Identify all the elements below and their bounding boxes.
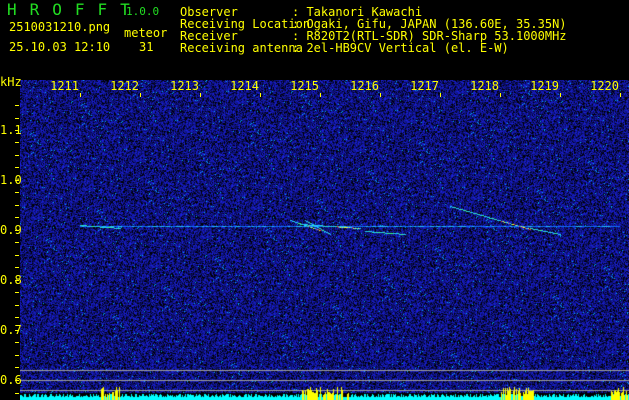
x-tick-mark [440, 93, 441, 97]
y-tick-mark [15, 393, 19, 394]
x-tick-label: 1215 [290, 79, 319, 93]
x-tick-mark [140, 93, 141, 97]
x-tick-mark [200, 93, 201, 97]
y-tick-mark [15, 355, 19, 356]
x-tick-label: 1212 [110, 79, 139, 93]
y-tick-mark [15, 317, 19, 318]
antenna-value: : 2el-HB9CV Vertical (el. E-W) [292, 41, 509, 55]
filename: 2510031210.png [9, 20, 111, 34]
y-tick-mark [15, 242, 19, 243]
y-tick-mark [15, 330, 19, 331]
x-tick-mark [320, 93, 321, 97]
x-tick-mark [80, 93, 81, 97]
y-tick-mark [15, 280, 19, 281]
y-tick-mark [15, 367, 19, 368]
y-tick-mark [15, 167, 19, 168]
y-tick-mark [15, 230, 19, 231]
x-tick-label: 1219 [530, 79, 559, 93]
y-tick-mark [15, 142, 19, 143]
y-tick-mark [15, 205, 19, 206]
y-tick-mark [15, 255, 19, 256]
y-tick-mark [15, 192, 19, 193]
y-tick-mark [15, 217, 19, 218]
meteor-count-label: meteor [124, 26, 168, 40]
x-tick-mark [500, 93, 501, 97]
hrofft-spectrogram-view: HROFFT 1.0.0 2510031210.png meteor 31 25… [0, 0, 629, 400]
x-tick-mark [380, 93, 381, 97]
antenna-label: Receiving antenna [180, 41, 303, 55]
app-title: HROFFT [7, 0, 143, 19]
y-tick-mark [15, 305, 19, 306]
y-tick-mark [15, 342, 19, 343]
x-tick-label: 1216 [350, 79, 379, 93]
x-tick-mark [560, 93, 561, 97]
spectrogram-canvas [20, 80, 629, 400]
y-tick-mark [15, 267, 19, 268]
y-axis-unit: kHz [0, 75, 22, 89]
y-tick-mark [15, 292, 19, 293]
x-tick-label: 1211 [50, 79, 79, 93]
y-tick-mark [15, 155, 19, 156]
y-tick-mark [15, 105, 19, 106]
datetime: 25.10.03 12:10 [9, 40, 111, 54]
y-tick-mark [15, 130, 19, 131]
x-tick-label: 1214 [230, 79, 259, 93]
y-tick-mark [15, 380, 19, 381]
x-tick-label: 1218 [470, 79, 499, 93]
y-tick-mark [15, 180, 19, 181]
meteor-count-value: 31 [139, 40, 154, 54]
x-tick-label: 1217 [410, 79, 439, 93]
x-tick-label: 1220 [590, 79, 619, 93]
app-version: 1.0.0 [126, 5, 160, 18]
x-tick-label: 1213 [170, 79, 199, 93]
x-tick-mark [260, 93, 261, 97]
x-tick-mark [620, 93, 621, 97]
y-tick-mark [15, 118, 19, 119]
